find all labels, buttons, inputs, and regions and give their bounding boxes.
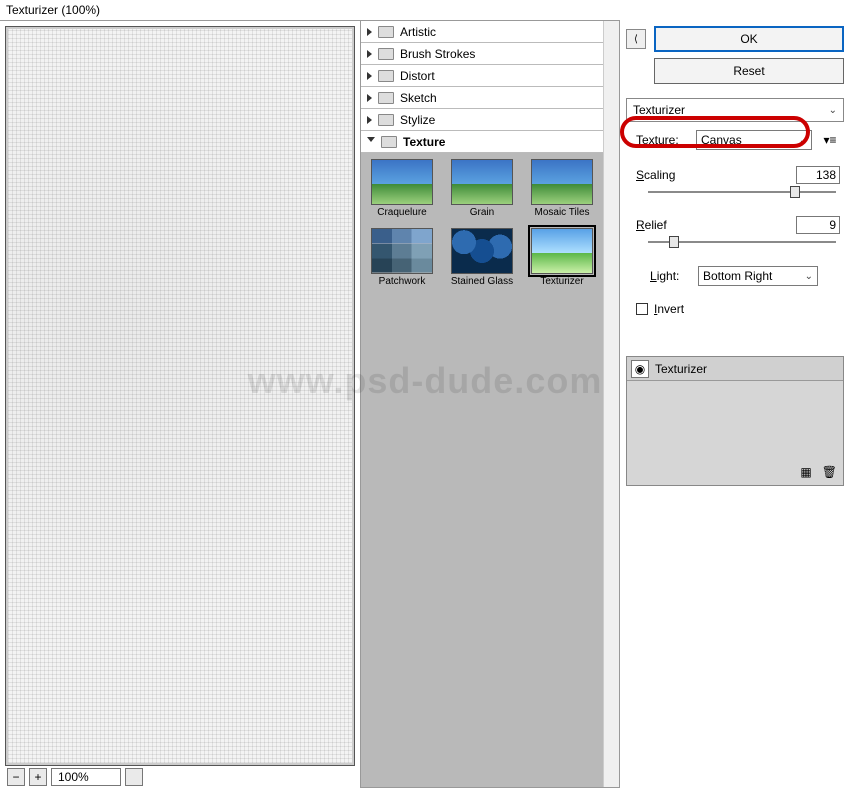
invert-checkbox-row[interactable]: Invert: [636, 302, 840, 316]
thumb-image: [531, 159, 593, 205]
current-filter-label: Texturizer: [633, 103, 685, 117]
settings-panel: ⟨ OK Reset Texturizer ⌄ Texture: Canvas …: [620, 20, 850, 788]
texture-options-button[interactable]: ▾≡: [820, 130, 840, 150]
tree-label: Brush Strokes: [400, 47, 475, 61]
tree-row-stylize[interactable]: Stylize: [361, 109, 619, 131]
scaling-input[interactable]: [796, 166, 840, 184]
relief-label: Relief: [636, 218, 667, 232]
relief-control: Relief: [636, 216, 840, 250]
effect-layer-toolbar: ▦ 🗑: [627, 461, 843, 483]
tree-label: Stylize: [400, 113, 435, 127]
thumbnail-area: Craquelure Grain Mosaic Tiles Patch: [361, 153, 619, 787]
relief-slider[interactable]: [648, 234, 836, 250]
folder-icon: [378, 26, 394, 38]
triangle-icon: [367, 94, 372, 102]
light-row: Light: Bottom Right ⌄: [636, 266, 840, 286]
triangle-icon: [367, 28, 372, 36]
zoom-fit-button[interactable]: [125, 768, 143, 786]
chevron-down-icon: ⌄: [805, 271, 813, 282]
filter-thumb-texturizer[interactable]: Texturizer: [527, 228, 597, 287]
folder-icon: [378, 114, 394, 126]
new-effect-layer-button[interactable]: ▦: [800, 465, 811, 479]
eye-icon: ◉: [635, 362, 645, 376]
texture-select[interactable]: Canvas ⌄: [696, 130, 812, 150]
zoom-bar: − + 100%: [5, 766, 355, 788]
texture-label: Texture:: [636, 133, 688, 147]
tree-row-brush-strokes[interactable]: Brush Strokes: [361, 43, 619, 65]
preview-viewport[interactable]: [5, 26, 355, 766]
preview-image: [6, 27, 354, 765]
filter-gallery-window: Texturizer (100%) − + 100% Artistic: [0, 0, 850, 558]
filter-thumb-stained-glass[interactable]: Stained Glass: [447, 228, 517, 287]
zoom-value[interactable]: 100%: [51, 768, 121, 786]
folder-icon: [378, 70, 394, 82]
thumb-label: Craquelure: [377, 207, 426, 218]
thumb-image: [371, 228, 433, 274]
thumb-label: Stained Glass: [451, 276, 513, 287]
chevron-down-icon: ⌄: [799, 135, 807, 146]
window-title: Texturizer (100%): [0, 0, 850, 20]
ok-button[interactable]: OK: [654, 26, 844, 52]
effect-layer-name: Texturizer: [655, 362, 707, 376]
filter-thumb-grain[interactable]: Grain: [447, 159, 517, 218]
chevron-down-icon: ⌄: [829, 105, 837, 116]
thumb-image: [371, 159, 433, 205]
tree-row-sketch[interactable]: Sketch: [361, 87, 619, 109]
light-value: Bottom Right: [703, 269, 772, 283]
current-filter-dropdown[interactable]: Texturizer ⌄: [626, 98, 844, 122]
preview-panel: − + 100%: [0, 20, 360, 788]
filter-tree: Artistic Brush Strokes Distort Sketch: [361, 21, 619, 787]
triangle-down-icon: [367, 137, 375, 146]
folder-icon: [378, 48, 394, 60]
scaling-control: Scaling: [636, 166, 840, 200]
filter-thumb-mosaic-tiles[interactable]: Mosaic Tiles: [527, 159, 597, 218]
thumb-image: [451, 228, 513, 274]
filter-thumb-craquelure[interactable]: Craquelure: [367, 159, 437, 218]
reset-button[interactable]: Reset: [654, 58, 844, 84]
filter-thumb-patchwork[interactable]: Patchwork: [367, 228, 437, 287]
thumb-image: [451, 159, 513, 205]
thumb-label: Texturizer: [540, 276, 583, 287]
zoom-in-button[interactable]: +: [29, 768, 47, 786]
scaling-label: Scaling: [636, 168, 675, 182]
triangle-icon: [367, 50, 372, 58]
thumb-label: Mosaic Tiles: [534, 207, 589, 218]
tree-row-artistic[interactable]: Artistic: [361, 21, 619, 43]
zoom-out-button[interactable]: −: [7, 768, 25, 786]
scaling-slider[interactable]: [648, 184, 836, 200]
thumb-label: Grain: [470, 207, 494, 218]
tree-label: Texture: [403, 135, 445, 149]
triangle-icon: [367, 116, 372, 124]
visibility-toggle[interactable]: ◉: [631, 360, 649, 378]
relief-input[interactable]: [796, 216, 840, 234]
tree-label: Artistic: [400, 25, 436, 39]
scrollbar[interactable]: [603, 21, 619, 787]
tree-row-texture[interactable]: Texture: [361, 131, 619, 153]
texture-value: Canvas: [701, 133, 742, 147]
folder-icon: [378, 92, 394, 104]
light-label: Light:: [650, 269, 690, 283]
thumb-image: [531, 228, 593, 274]
collapse-toggle-button[interactable]: ⟨: [626, 29, 646, 49]
tree-label: Sketch: [400, 91, 437, 105]
triangle-icon: [367, 72, 372, 80]
effect-layer-row[interactable]: ◉ Texturizer: [627, 357, 843, 381]
tree-label: Distort: [400, 69, 435, 83]
light-select[interactable]: Bottom Right ⌄: [698, 266, 818, 286]
texture-row: Texture: Canvas ⌄ ▾≡: [636, 130, 840, 150]
folder-icon: [381, 136, 397, 148]
delete-effect-layer-button[interactable]: 🗑: [822, 465, 837, 479]
thumb-label: Patchwork: [379, 276, 426, 287]
chevron-icon: ⟨: [634, 34, 638, 45]
filter-tree-panel: Artistic Brush Strokes Distort Sketch: [360, 20, 620, 788]
filter-controls: Texture: Canvas ⌄ ▾≡ Scaling: [626, 122, 844, 316]
invert-label: Invert: [654, 302, 684, 316]
tree-row-distort[interactable]: Distort: [361, 65, 619, 87]
invert-checkbox[interactable]: [636, 303, 648, 315]
content-area: − + 100% Artistic Brush Strokes: [0, 20, 850, 788]
effect-layers-panel: ◉ Texturizer ▦ 🗑: [626, 356, 844, 486]
